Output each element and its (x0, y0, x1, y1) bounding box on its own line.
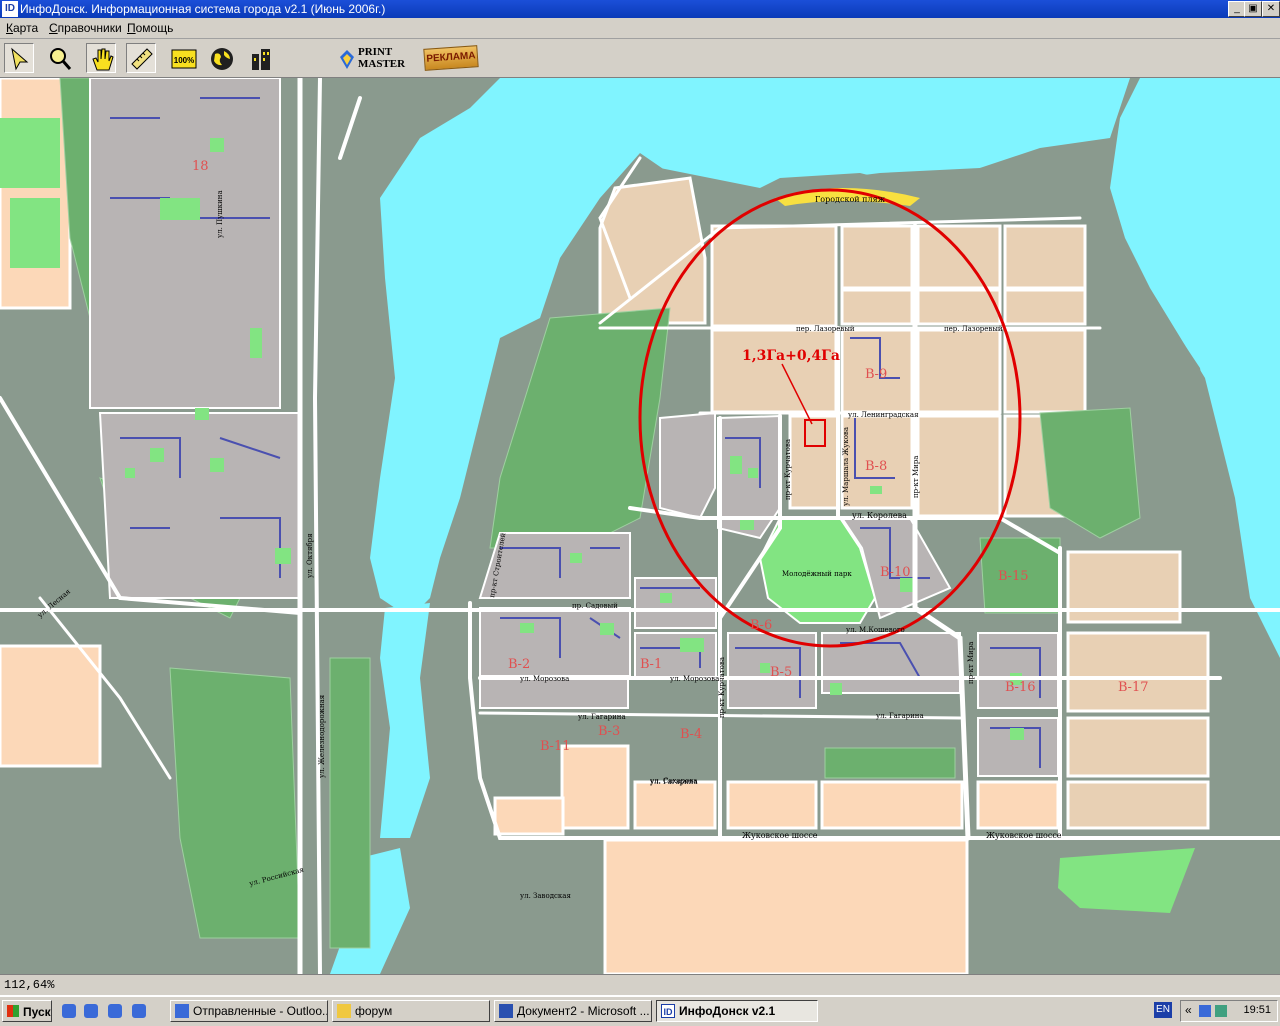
chevron-left-icon[interactable]: « (1185, 1003, 1192, 1017)
plot-area-label: 1,3Га+0,4Га (742, 348, 840, 364)
zoom-level: 112,64% (4, 978, 55, 992)
status-bar: 112,64% (0, 974, 1280, 995)
print-master-line2: MASTER (358, 58, 406, 70)
street-label: ул. Заводская (520, 892, 571, 900)
start-button[interactable]: Пуск (2, 1000, 52, 1022)
district-label: В-2 (508, 657, 530, 672)
street-label: ул. Гагарина (650, 778, 698, 786)
district-label: В-9 (865, 367, 887, 382)
district-label: В-17 (1118, 680, 1149, 695)
district-label: В-10 (880, 565, 911, 580)
street-label: Жуковское шоссе (742, 831, 818, 840)
language-indicator[interactable]: EN (1154, 1002, 1172, 1018)
magnifier-icon[interactable] (44, 43, 74, 73)
district-label: В-8 (865, 459, 887, 474)
system-tray: « 19:51 (1180, 1000, 1278, 1022)
word-icon (499, 1004, 513, 1018)
street-label: ул. Королева (852, 511, 907, 520)
task-label: Документ2 - Microsoft ... (517, 1004, 650, 1018)
street-label: ул. Пушкина (216, 190, 224, 238)
task-label: ИнфоДонск v2.1 (679, 1004, 776, 1018)
buildings-icon[interactable] (246, 43, 276, 73)
menu-map[interactable]: Карта (6, 21, 38, 35)
toolbar: 100% PRINT MASTER РЕКЛАМА ⬅ (0, 39, 1280, 108)
antivirus-icon[interactable] (1215, 1005, 1227, 1017)
district-label: В-6 (750, 618, 772, 633)
district-label: В-11 (540, 739, 571, 754)
district-label: В-1 (640, 657, 662, 672)
search-icon[interactable] (132, 1004, 146, 1018)
beach-label: Городской пляж (815, 195, 886, 204)
district-label: В-4 (680, 727, 702, 742)
street-label: ул. Ленинградская (848, 411, 919, 419)
river-south (380, 603, 430, 838)
task-label: форум (355, 1004, 393, 1018)
street-label: ул. Морозова (520, 675, 569, 683)
menu-references[interactable]: Справочники (49, 21, 122, 35)
street-label: ул. Октября (306, 533, 314, 578)
globe-icon[interactable] (206, 43, 236, 73)
task-infodonsk[interactable]: ID ИнфоДонск v2.1 (656, 1000, 818, 1022)
district-label: В-5 (770, 665, 792, 680)
street-label: Жуковское шоссе (986, 831, 1062, 840)
windows-flag-icon (7, 1005, 19, 1017)
task-forum[interactable]: форум (332, 1000, 490, 1022)
print-master-line1: PRINT (358, 46, 393, 58)
street-label: пр. Садовый (572, 602, 618, 610)
street-label: ул. Морозова (670, 675, 719, 683)
folder-icon (337, 1004, 351, 1018)
ad-banner[interactable]: РЕКЛАМА (423, 45, 479, 71)
ruler-icon[interactable] (126, 43, 156, 73)
maximize-button[interactable]: ▣ (1244, 1, 1262, 17)
district-label: 18 (192, 159, 209, 174)
outlook-icon[interactable] (84, 1004, 98, 1018)
app-icon: ID (2, 1, 18, 17)
map-view[interactable]: 1,3Га+0,4Га Молодёжный парк Городской пл… (0, 78, 1280, 974)
street-label: пр-кт Мира (967, 642, 975, 684)
street-label: пер. Лазоревый (944, 325, 1003, 333)
window-title: ИнфоДонск. Информационная система города… (20, 2, 386, 16)
street-label: ул. Маршала Жукова (842, 427, 850, 506)
district-label: В-15 (998, 569, 1029, 584)
zoom-100-label: 100% (174, 56, 194, 65)
close-button[interactable]: ✕ (1262, 1, 1280, 17)
hand-pan-icon[interactable] (86, 43, 116, 73)
city-map[interactable]: 1,3Га+0,4Га Молодёжный парк Городской пл… (0, 78, 1280, 974)
network-icon[interactable] (1199, 1005, 1211, 1017)
infodonsk-icon: ID (661, 1004, 675, 1018)
print-master-logo[interactable]: PRINT MASTER (338, 47, 410, 71)
street-label: пр-кт Мира (912, 456, 920, 498)
street-label: ул. Гагарина (876, 712, 924, 720)
start-label: Пуск (23, 1005, 51, 1019)
street-label: ул. М.Кошевого (846, 626, 905, 634)
street-label: пр-кт Курчатова (784, 439, 792, 500)
zoom-100-icon[interactable]: 100% (168, 43, 198, 73)
menu-bar: Карта Справочники Помощь (0, 18, 1280, 39)
street-label: пер. Лазоревый (796, 325, 855, 333)
outlook-task-icon (175, 1004, 189, 1018)
taskbar: Пуск Отправленные - Outloo... форум Доку… (0, 995, 1280, 1026)
street-label: ул. Железнодорожная (318, 694, 326, 778)
mail-icon[interactable] (108, 1004, 122, 1018)
arrow-pointer-icon[interactable] (4, 43, 34, 73)
park-label: Молодёжный парк (782, 570, 852, 578)
task-label: Отправленные - Outloo... (193, 1004, 328, 1018)
street-label: ул. Гагарина (578, 713, 626, 721)
task-word[interactable]: Документ2 - Microsoft ... (494, 1000, 652, 1022)
district-label: В-16 (1005, 680, 1036, 695)
clock: 19:51 (1243, 1004, 1271, 1016)
title-bar: ID ИнфоДонск. Информационная система гор… (0, 0, 1280, 18)
district-label: В-3 (598, 724, 620, 739)
street-label: пр-кт Курчатова (718, 657, 726, 718)
task-outlook[interactable]: Отправленные - Outloo... (170, 1000, 328, 1022)
menu-help[interactable]: Помощь (127, 21, 173, 35)
ie-icon[interactable] (62, 1004, 76, 1018)
